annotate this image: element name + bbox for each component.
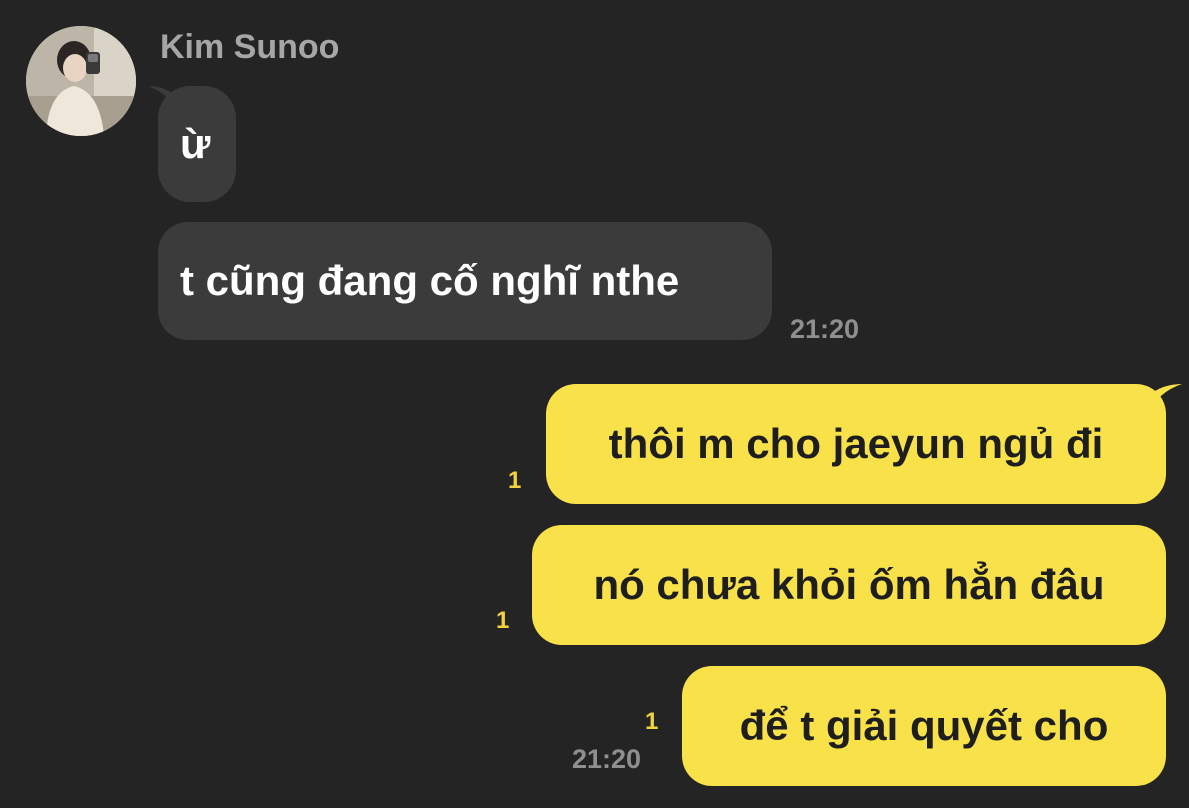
message-text: để t giải quyết cho xyxy=(739,702,1109,749)
outgoing-message-bubble[interactable]: nó chưa khỏi ốm hẳn đâu xyxy=(532,525,1166,645)
incoming-message-bubble[interactable]: t cũng đang cố nghĩ nthe xyxy=(158,222,772,340)
message-timestamp: 21:20 xyxy=(572,744,642,774)
message-text: t cũng đang cố nghĩ nthe xyxy=(180,257,680,304)
message-timestamp: 21:20 xyxy=(790,314,860,344)
message-text: nó chưa khỏi ốm hẳn đâu xyxy=(593,561,1105,608)
contact-avatar[interactable] xyxy=(26,26,136,136)
outgoing-message-bubble[interactable]: thôi m cho jaeyun ngủ đi xyxy=(546,384,1166,504)
unread-count: 1 xyxy=(508,467,522,494)
message-text: ừ xyxy=(180,120,211,167)
avatar-photo-icon xyxy=(26,26,136,136)
sender-name: Kim Sunoo xyxy=(160,28,340,66)
unread-count: 1 xyxy=(496,607,510,634)
message-text: thôi m cho jaeyun ngủ đi xyxy=(608,420,1104,467)
unread-count: 1 xyxy=(645,708,659,735)
incoming-message-bubble[interactable]: ừ xyxy=(158,86,236,202)
outgoing-message-bubble[interactable]: để t giải quyết cho xyxy=(682,666,1166,786)
